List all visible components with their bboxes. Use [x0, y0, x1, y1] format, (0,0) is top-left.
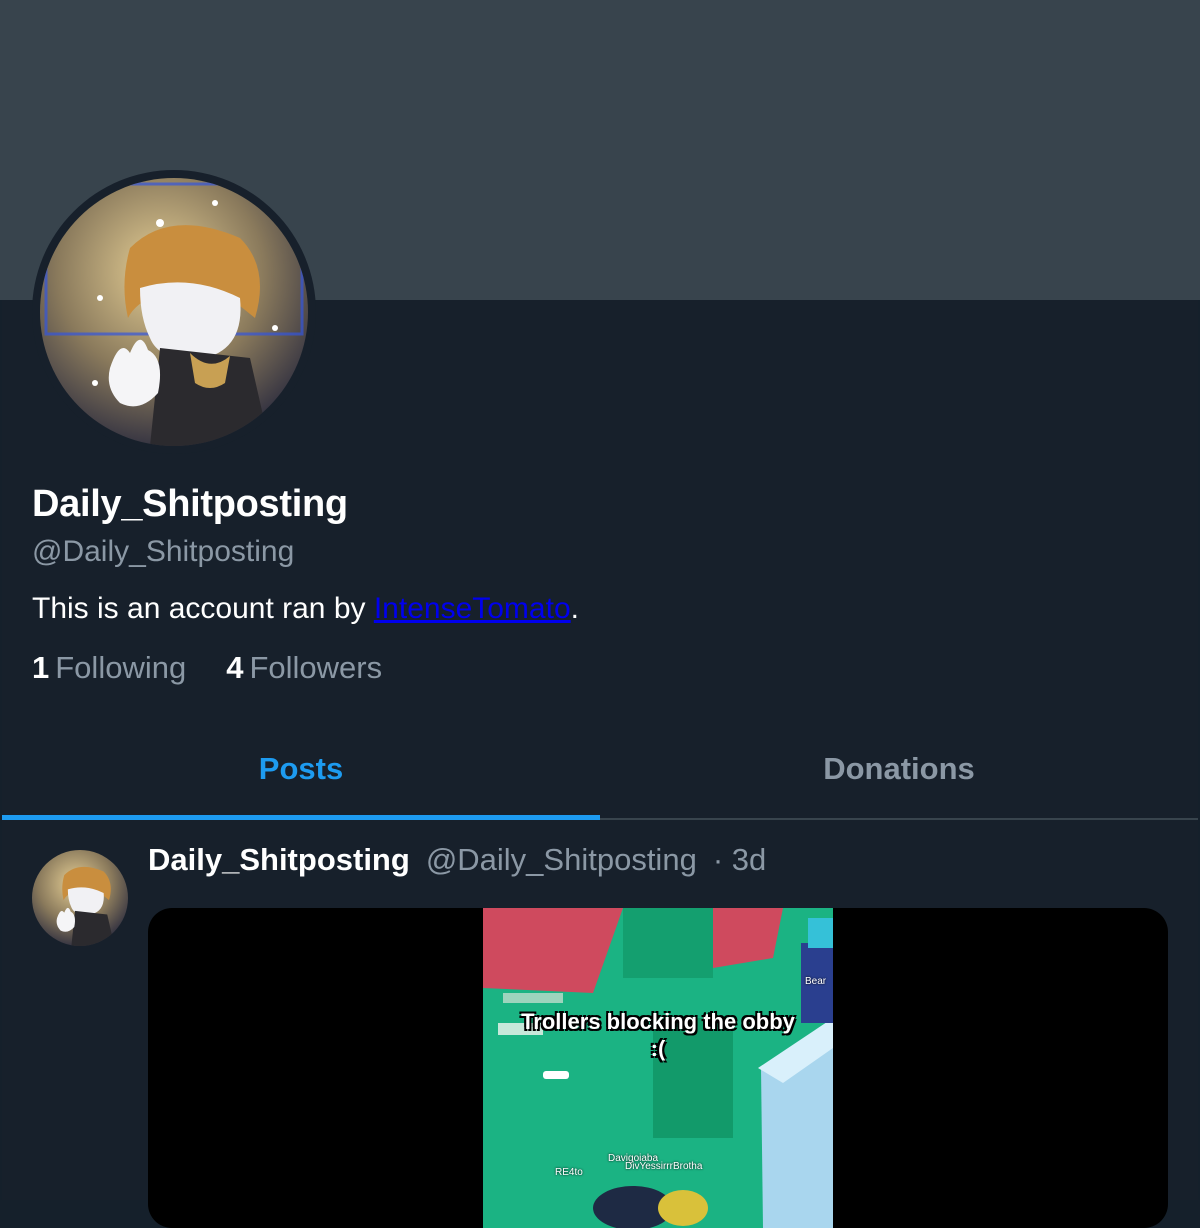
video-player-tag: RE4to [555, 1167, 583, 1178]
avatar-image [40, 178, 308, 446]
video-player-tag: Bear [805, 976, 827, 987]
profile-display-name: Daily_Shitposting [32, 483, 348, 525]
bio-suffix: . [570, 592, 579, 625]
caption-line-2: :( [650, 1036, 666, 1061]
post-author-handle[interactable]: @Daily_Shitposting [426, 842, 697, 878]
post-avatar-image [32, 850, 128, 946]
video-frame: Trollers blocking the obby :( Bear Davig… [483, 908, 833, 1228]
video-player-tag: DivYessirrrBrotha [625, 1161, 703, 1172]
followers-count: 4 [226, 650, 244, 685]
profile-tabs: Posts Donations [2, 720, 1198, 820]
caption-line-1: Trollers blocking the obby [521, 1009, 795, 1034]
following-label: Following [55, 650, 187, 685]
profile-stats: 1 Following 4 Followers [32, 650, 382, 686]
following-count: 1 [32, 650, 50, 685]
post-author-avatar[interactable] [32, 850, 128, 946]
video-caption: Trollers blocking the obby :( [483, 1008, 833, 1062]
following-stat[interactable]: 1 Following [32, 650, 186, 686]
post-author-name[interactable]: Daily_Shitposting [148, 842, 410, 878]
video-scene [483, 908, 833, 1228]
bio-text: This is an account ran by [32, 592, 374, 625]
tab-donations[interactable]: Donations [600, 720, 1198, 818]
bio-link[interactable]: IntenseTomato [374, 592, 571, 625]
post-video[interactable]: Trollers blocking the obby :( Bear Davig… [148, 908, 1168, 1228]
profile-handle: @Daily_Shitposting [32, 535, 295, 568]
post-header: Daily_Shitposting @Daily_Shitposting · 3… [148, 842, 766, 878]
followers-label: Followers [249, 650, 383, 685]
profile-bio: This is an account ran by IntenseTomato. [32, 592, 579, 626]
tab-posts[interactable]: Posts [2, 720, 600, 820]
followers-stat[interactable]: 4 Followers [226, 650, 382, 686]
profile-avatar[interactable] [32, 170, 316, 454]
post-timestamp[interactable]: · 3d [713, 842, 766, 878]
